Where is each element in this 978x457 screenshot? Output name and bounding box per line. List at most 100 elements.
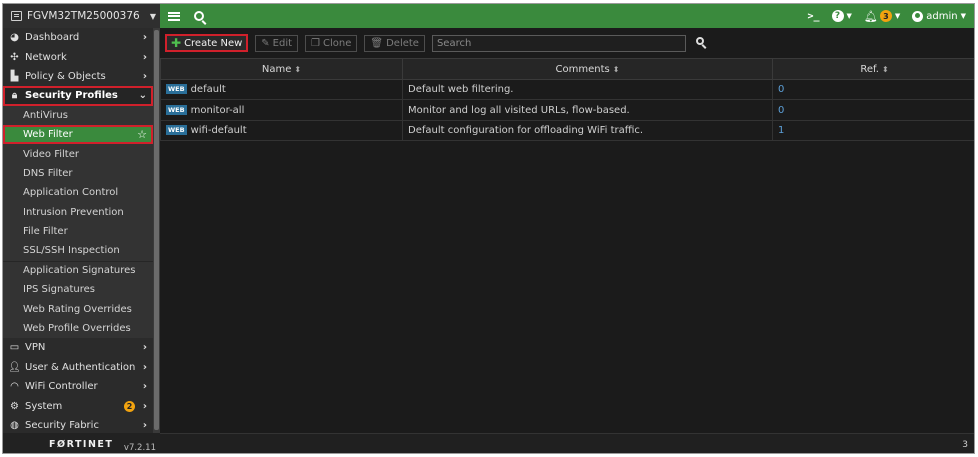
create-new-button[interactable]: ✚ Create New: [165, 34, 249, 52]
sidebar-sub-label: File Filter: [23, 226, 68, 238]
user-icon: [912, 10, 924, 22]
chevron-down-icon: ▼: [960, 12, 966, 20]
sidebar-sub-antivirus[interactable]: AntiVirus: [3, 105, 153, 125]
cell-ref[interactable]: 0: [772, 99, 974, 121]
cell-comments: Default web filtering.: [402, 78, 773, 101]
sidebar-item-wifi-controller[interactable]: ◠ WiFi Controller ›: [3, 377, 153, 396]
chevron-right-icon: ›: [142, 361, 147, 373]
menu-icon[interactable]: [168, 11, 180, 21]
sidebar-sub-file-filter[interactable]: File Filter: [3, 221, 153, 242]
device-name: FGVM32TM25000376: [27, 10, 140, 22]
search-input[interactable]: Search: [431, 34, 686, 52]
scrollbar-thumb[interactable]: [154, 30, 159, 430]
sidebar-sub-intrusion-prevention[interactable]: Intrusion Prevention: [3, 202, 153, 222]
sidebar-sub-application-signatures[interactable]: Application Signatures: [3, 260, 153, 281]
sidebar-nav: ◕ Dashboard › ✣ Network › ▙ Policy & Obj…: [3, 28, 153, 435]
web-tag-icon: WEB: [166, 84, 187, 95]
column-header-ref[interactable]: Ref. ⬍: [772, 58, 974, 80]
system-badge: 2: [124, 400, 135, 412]
sidebar: ◕ Dashboard › ✣ Network › ▙ Policy & Obj…: [3, 28, 160, 453]
top-bar: FGVM32TM25000376 ▼ >_ ? ▼ 🔔︎ 3 ▼ admin ▼: [3, 4, 974, 28]
sidebar-sub-ssl-ssh-inspection[interactable]: SSL/SSH Inspection: [3, 241, 153, 261]
dashboard-icon: ◕: [10, 32, 19, 44]
sort-icon: ⬍: [881, 64, 889, 74]
chevron-right-icon: ›: [142, 32, 147, 44]
table-header-row: Name ⬍ Comments ⬍ Ref. ⬍: [160, 58, 974, 80]
table-row[interactable]: WEB monitor-all Monitor and log all visit…: [160, 99, 974, 121]
sidebar-sub-label: Web Profile Overrides: [23, 323, 131, 335]
sidebar-item-vpn[interactable]: ▭ VPN ›: [3, 338, 153, 357]
sort-icon: ⬍: [294, 64, 302, 74]
row-count-bar: 3: [160, 433, 974, 453]
delete-button[interactable]: 🗑︎ Delete: [364, 34, 425, 52]
chevron-right-icon: ›: [142, 70, 147, 82]
search-icon[interactable]: [194, 11, 204, 21]
bell-icon: 🔔︎: [863, 9, 878, 23]
sidebar-sub-label: SSL/SSH Inspection: [23, 245, 120, 257]
sort-icon: ⬍: [612, 64, 620, 74]
sidebar-item-security-profiles[interactable]: 🔒︎ Security Profiles ⌄: [3, 86, 153, 106]
sidebar-sub-application-control[interactable]: Application Control: [3, 183, 153, 203]
sidebar-item-label: VPN: [25, 342, 46, 354]
sidebar-sub-label: Web Rating Overrides: [23, 303, 132, 315]
sidebar-item-user-authentication[interactable]: 👤︎ User & Authentication ›: [3, 358, 153, 377]
clone-button[interactable]: ❐ Clone: [305, 34, 358, 52]
sidebar-sub-dns-filter[interactable]: DNS Filter: [3, 163, 153, 184]
help-icon: ?: [831, 10, 844, 22]
sidebar-item-dashboard[interactable]: ◕ Dashboard ›: [3, 28, 153, 47]
create-new-label: Create New: [184, 37, 243, 49]
sidebar-scrollbar[interactable]: [153, 28, 160, 433]
cell-name: WEB monitor-all: [160, 99, 403, 121]
sidebar-sub-label: AntiVirus: [23, 109, 68, 121]
help-button[interactable]: ? ▼: [831, 10, 852, 22]
sidebar-item-policy-objects[interactable]: ▙ Policy & Objects ›: [3, 67, 153, 86]
chevron-down-icon: ▼: [149, 11, 156, 21]
cli-console-button[interactable]: >_: [807, 11, 819, 22]
network-icon: ✣: [10, 51, 19, 63]
policy-icon: ▙: [10, 70, 19, 82]
sidebar-sub-web-filter[interactable]: Web Filter ☆: [3, 124, 153, 145]
sidebar-sub-video-filter[interactable]: Video Filter: [3, 144, 153, 164]
notifications-button[interactable]: 🔔︎ 3 ▼: [864, 10, 900, 23]
sidebar-item-network[interactable]: ✣ Network ›: [3, 47, 153, 66]
top-right-actions: >_ ? ▼ 🔔︎ 3 ▼ admin ▼: [807, 10, 974, 23]
sidebar-item-system[interactable]: ⚙ System 2 ›: [3, 396, 153, 415]
web-filter-table: Name ⬍ Comments ⬍ Ref. ⬍ WEB default Default…: [160, 58, 974, 142]
cell-ref[interactable]: 0: [772, 78, 974, 101]
sidebar-sub-web-rating-overrides[interactable]: Web Rating Overrides: [3, 299, 153, 319]
cell-ref[interactable]: 1: [772, 119, 974, 142]
sidebar-sub-label: Web Filter: [23, 129, 73, 141]
table-row[interactable]: WEB wifi-default Default configuration fo…: [160, 119, 974, 142]
chevron-down-icon: ▼: [894, 12, 901, 20]
sidebar-item-label: Security Fabric: [25, 420, 99, 431]
sidebar-item-label: Dashboard: [25, 32, 80, 44]
cell-name: WEB wifi-default: [160, 119, 403, 142]
sidebar-sub-label: Video Filter: [23, 148, 79, 160]
delete-label: Delete: [386, 37, 419, 49]
search-icon[interactable]: [695, 36, 709, 50]
table-row[interactable]: WEB default Default web filtering. 0: [160, 78, 974, 101]
chevron-right-icon: ›: [142, 51, 147, 63]
gear-icon: ⚙: [10, 400, 19, 412]
sidebar-sub-ips-signatures[interactable]: IPS Signatures: [3, 280, 153, 300]
edit-button[interactable]: ✎ Edit: [255, 34, 299, 52]
sidebar-item-label: User & Authentication: [25, 361, 136, 373]
sidebar-item-label: Security Profiles: [25, 90, 118, 102]
toolbar: ✚ Create New ✎ Edit ❐ Clone 🗑︎ Delete Se…: [160, 28, 974, 58]
sidebar-footer: FØRTINET v7.2.11: [3, 433, 160, 453]
column-header-comments[interactable]: Comments ⬍: [402, 58, 773, 80]
fortinet-logo: FØRTINET: [49, 438, 114, 450]
column-header-name[interactable]: Name ⬍: [160, 58, 403, 80]
sidebar-item-label: WiFi Controller: [25, 381, 98, 393]
cell-name: WEB default: [160, 78, 403, 101]
row-count: 3: [962, 439, 968, 450]
sidebar-sub-web-profile-overrides[interactable]: Web Profile Overrides: [3, 318, 153, 339]
lock-icon: 🔒︎: [11, 90, 18, 102]
star-icon[interactable]: ☆: [137, 128, 147, 141]
firmware-version: v7.2.11: [123, 443, 156, 453]
chevron-right-icon: ›: [142, 381, 147, 393]
sidebar-sub-label: Application Signatures: [23, 265, 136, 277]
device-selector[interactable]: FGVM32TM25000376 ▼: [3, 4, 160, 28]
chevron-right-icon: ›: [142, 420, 147, 431]
user-menu[interactable]: admin ▼: [912, 10, 966, 22]
